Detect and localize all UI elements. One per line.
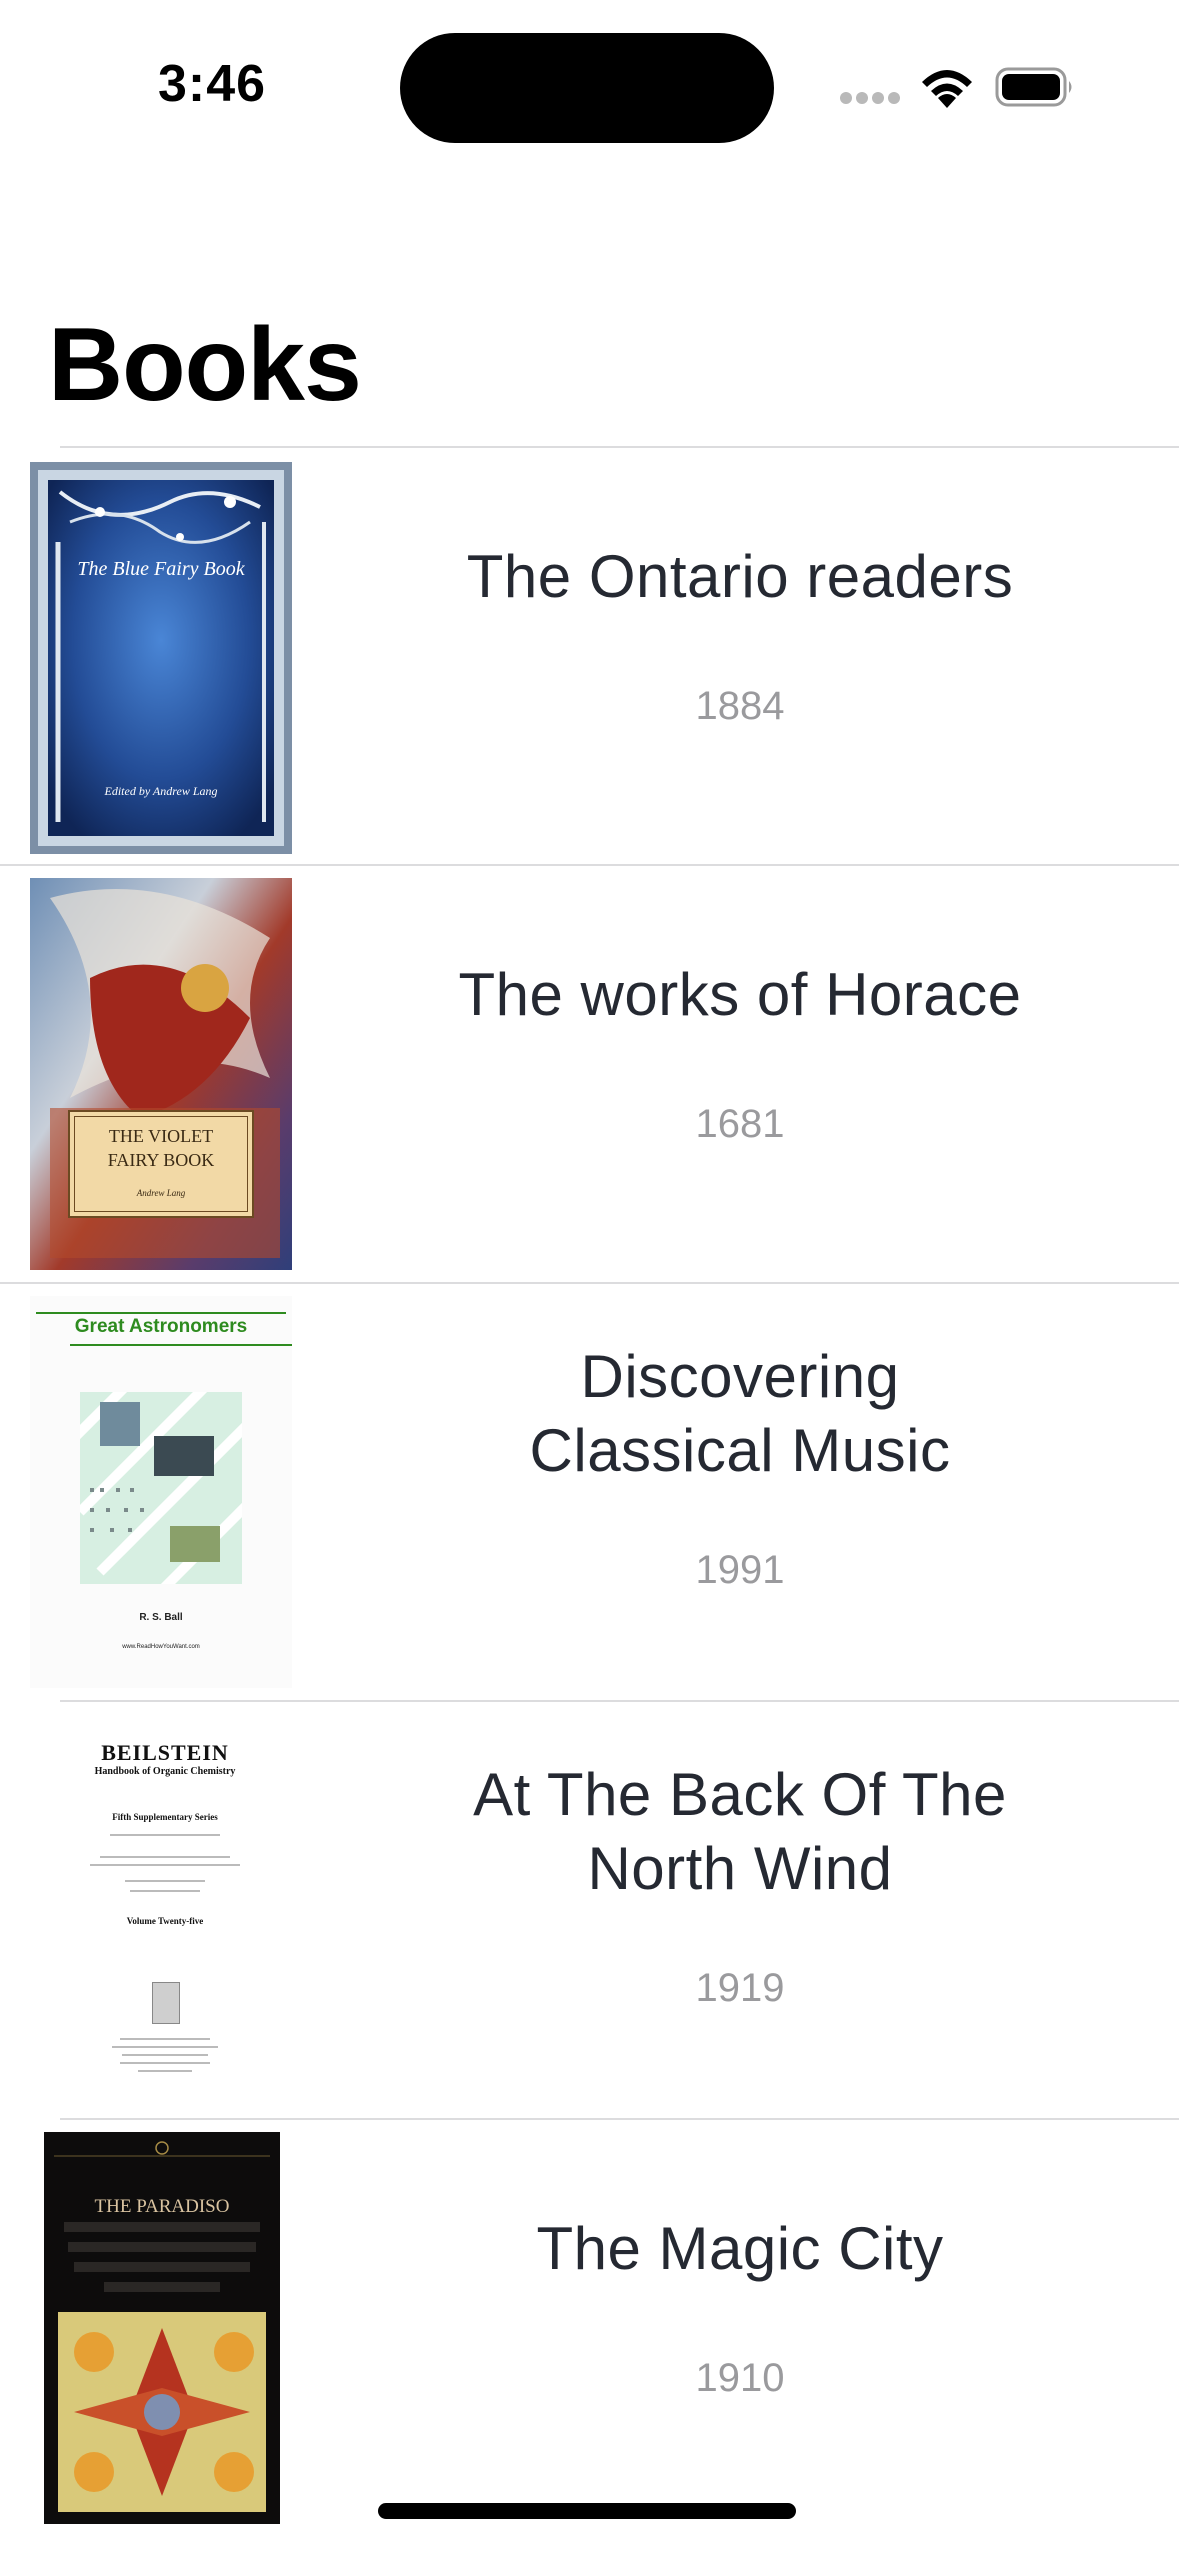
book-cover-image: BEILSTEIN Handbook of Organic Chemistry … (40, 1720, 290, 2104)
book-info: The Magic City 1910 (310, 2212, 1170, 2401)
cover-title-text: Great Astronomers (74, 1316, 248, 1337)
status-time: 3:46 (158, 55, 267, 113)
status-bar: 3:46 (0, 0, 1179, 150)
book-title: The works of Horace (458, 961, 1022, 1028)
cover-author-text: Andrew Lang (136, 1188, 186, 1198)
book-row[interactable]: The Blue Fairy Book Edited by Andrew Lan… (0, 448, 1179, 864)
wifi-icon (918, 64, 976, 110)
cover-title-text: THE VIOLET (108, 1126, 214, 1146)
cover-title-text: THE PARADISO (94, 2196, 230, 2217)
home-indicator[interactable] (378, 2503, 796, 2519)
cover-url-text: www.ReadHowYouWant.com (122, 1644, 200, 1650)
battery-icon (995, 67, 1075, 107)
book-cover-image: The Blue Fairy Book Edited by Andrew Lan… (30, 462, 292, 854)
page-title: Books (48, 307, 362, 423)
cover-title-text: The Blue Fairy Book (77, 558, 245, 580)
book-info: The works of Horace 1681 (310, 958, 1170, 1147)
cover-series-text: Fifth Supplementary Series (112, 1812, 218, 1822)
cover-title-text: BEILSTEIN (101, 1740, 229, 1765)
book-row[interactable]: THE PARADISO The Magic City 1910 (0, 2120, 1179, 2536)
book-year: 1991 (695, 1548, 785, 1592)
book-row[interactable]: THE VIOLET FAIRY BOOK Andrew Lang The wo… (0, 866, 1179, 1282)
book-year: 1681 (695, 1102, 785, 1146)
cover-volume-text: Volume Twenty-five (126, 1916, 204, 1926)
book-title: Discovering Classical Music (529, 1343, 951, 1484)
book-cover-image: Great Astronomers R. S. Ball www.ReadHow… (30, 1296, 292, 1688)
book-title: The Ontario readers (466, 543, 1014, 610)
book-year: 1884 (695, 684, 785, 728)
book-cover-image: THE PARADISO (44, 2132, 280, 2524)
cover-emblem (152, 1982, 180, 2024)
book-year: 1919 (695, 1966, 785, 2010)
book-info: Discovering Classical Music 1991 (310, 1340, 1170, 1593)
cover-author-text: Edited by Andrew Lang (104, 784, 218, 798)
cover-title-text: FAIRY BOOK (107, 1150, 215, 1170)
book-cover-image: THE VIOLET FAIRY BOOK Andrew Lang (30, 878, 292, 1270)
book-row[interactable]: Great Astronomers R. S. Ball www.ReadHow… (0, 1284, 1179, 1700)
book-info: The Ontario readers 1884 (310, 540, 1170, 729)
cellular-signal-icon (840, 92, 902, 106)
book-list: The Blue Fairy Book Edited by Andrew Lan… (0, 446, 1179, 2536)
book-title: At The Back Of The North Wind (473, 1761, 1007, 1902)
cover-label-box: THE VIOLET FAIRY BOOK Andrew Lang (68, 1110, 254, 1218)
dynamic-island (400, 33, 774, 143)
book-row[interactable]: BEILSTEIN Handbook of Organic Chemistry … (0, 1702, 1179, 2118)
book-info: At The Back Of The North Wind 1919 (310, 1758, 1170, 2011)
book-title: The Magic City (536, 2215, 944, 2282)
cover-subtitle-text: Handbook of Organic Chemistry (94, 1766, 236, 1777)
cover-author-text: R. S. Ball (139, 1612, 183, 1623)
book-year: 1910 (695, 2356, 785, 2400)
